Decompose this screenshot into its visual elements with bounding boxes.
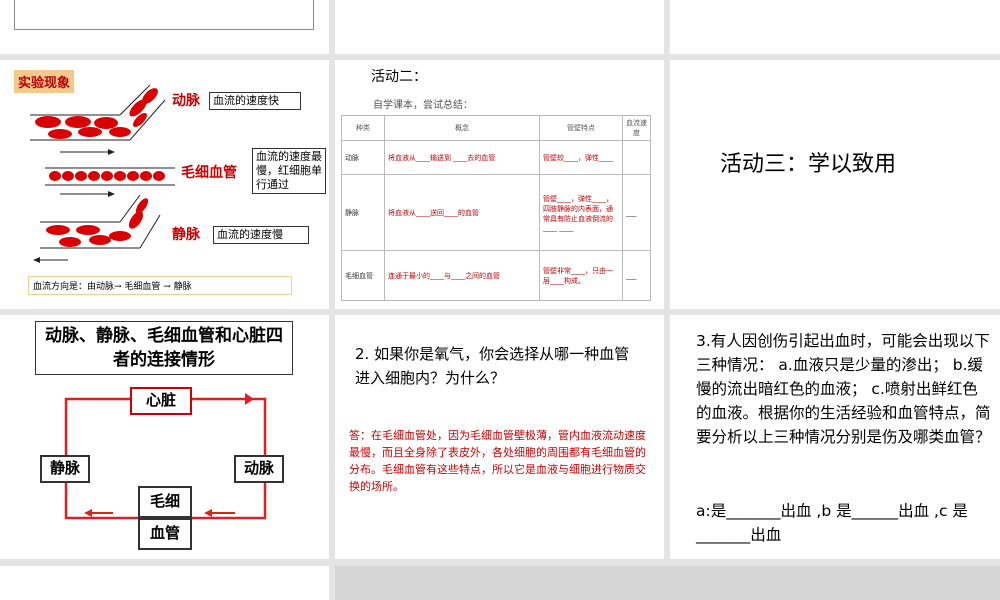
artery-label: 动脉 <box>172 93 200 109</box>
slide-question2[interactable]: 2. 如果你是氧气，你会选择从哪一种血管进入细胞内？为什么？ 答：在毛细血管处，… <box>335 315 664 559</box>
cell-concept[interactable]: 将血液从____送回____的血管 <box>384 174 540 251</box>
th-concept: 概念 <box>384 115 540 141</box>
artery-drawing <box>30 84 166 155</box>
vein-label: 静脉 <box>172 227 200 243</box>
vein-drawing <box>33 194 161 263</box>
cell-wall[interactable]: 管壁非常____，只由一层____构成。 <box>539 250 623 301</box>
th-type: 种类 <box>341 115 385 141</box>
capillary-box-bottom: 血管 <box>138 518 192 550</box>
capillary-label: 毛细血管 <box>181 165 237 181</box>
question3-text: 3.有人因创伤引起出血时，可能会出现以下三种情况： a.血液只是少量的渗出； b… <box>696 332 991 446</box>
slide-connection[interactable]: 动脉、静脉、毛细血管和心脏四者的连接情形 心脏 静脉 动脉 毛细 血管 <box>0 315 329 559</box>
slide-top-middle[interactable] <box>335 0 664 54</box>
vein-desc: 血流的速度慢 <box>213 226 309 244</box>
capillary-drawing <box>45 167 175 197</box>
cell-wall[interactable]: 管壁____，弹性____，四肢静脉的内表面，通常具有防止血液倒流的____ _… <box>539 174 623 251</box>
bottom-gray-area <box>335 566 1000 600</box>
question2-answer: 答：在毛细血管处，因为毛细血管壁极薄，管内血液流动速度最慢，而且全身除了表皮外，… <box>349 429 646 493</box>
slide-bottom-left[interactable] <box>0 566 329 600</box>
slide-activity2[interactable]: 活动二： 自学课本，尝试总结： 种类 概念 管壁特点 血流速度 动脉 将血液从_… <box>335 60 664 309</box>
slide-activity3[interactable]: 活动三：学以致用 <box>670 60 1000 309</box>
question3-blanks: a:是_______出血 ,b 是______出血 ,c 是 _______出血 <box>696 502 968 544</box>
flow-direction-box: 血流方向是：由动脉→ 毛细血管 → 静脉 <box>28 276 292 295</box>
activity3-title: 活动三：学以致用 <box>720 152 897 177</box>
capillary-box-top: 毛细 <box>138 486 192 518</box>
slide-top-left[interactable] <box>0 0 329 54</box>
slide-experiment[interactable]: 实验现象 动脉 血流的速度快 毛细血管 血流的速度最慢，红细胞单行通过 静脉 血… <box>0 60 329 309</box>
th-speed: 血流速度 <box>622 115 651 141</box>
vein-box: 静脉 <box>40 455 90 483</box>
activity2-title: 活动二： <box>371 69 427 85</box>
cell-type: 毛细血管 <box>341 250 385 301</box>
cell-concept[interactable]: 将血液从____输送到 ____去的血管 <box>384 140 540 175</box>
slide-top-right[interactable] <box>670 0 1000 54</box>
summary-table: 种类 概念 管壁特点 血流速度 动脉 将血液从____输送到 ____去的血管 … <box>341 115 651 301</box>
capillary-desc: 血流的速度最慢，红细胞单行通过 <box>252 148 326 194</box>
activity2-subtitle: 自学课本，尝试总结： <box>373 100 473 111</box>
th-wall: 管壁特点 <box>539 115 623 141</box>
slide-question3[interactable]: 3.有人因创伤引起出血时，可能会出现以下三种情况： a.血液只是少量的渗出； b… <box>670 315 1000 559</box>
cell-concept[interactable]: 连通于最小的____与____之间的血管 <box>384 250 540 301</box>
cell-speed[interactable]: ___ <box>622 250 651 301</box>
cell-type: 动脉 <box>341 140 385 175</box>
table-row: 静脉 将血液从____送回____的血管 管壁____，弹性____，四肢静脉的… <box>341 174 651 251</box>
artery-box: 动脉 <box>234 455 284 483</box>
cell-type: 静脉 <box>341 174 385 251</box>
heart-box: 心脏 <box>130 387 192 415</box>
cell-wall[interactable]: 管壁较____，弹性____ <box>539 140 623 175</box>
artery-desc: 血流的速度快 <box>209 92 301 110</box>
question2-text: 2. 如果你是氧气，你会选择从哪一种血管进入细胞内？为什么？ <box>355 345 630 387</box>
cell-speed[interactable]: ___ <box>622 174 651 251</box>
table-row: 动脉 将血液从____输送到 ____去的血管 管壁较____，弹性____ <box>341 140 651 175</box>
cell-speed[interactable] <box>622 140 651 175</box>
table-header-row: 种类 概念 管壁特点 血流速度 <box>341 115 651 141</box>
table-row: 毛细血管 连通于最小的____与____之间的血管 管壁非常____，只由一层_… <box>341 250 651 301</box>
top-left-frame <box>14 0 314 30</box>
